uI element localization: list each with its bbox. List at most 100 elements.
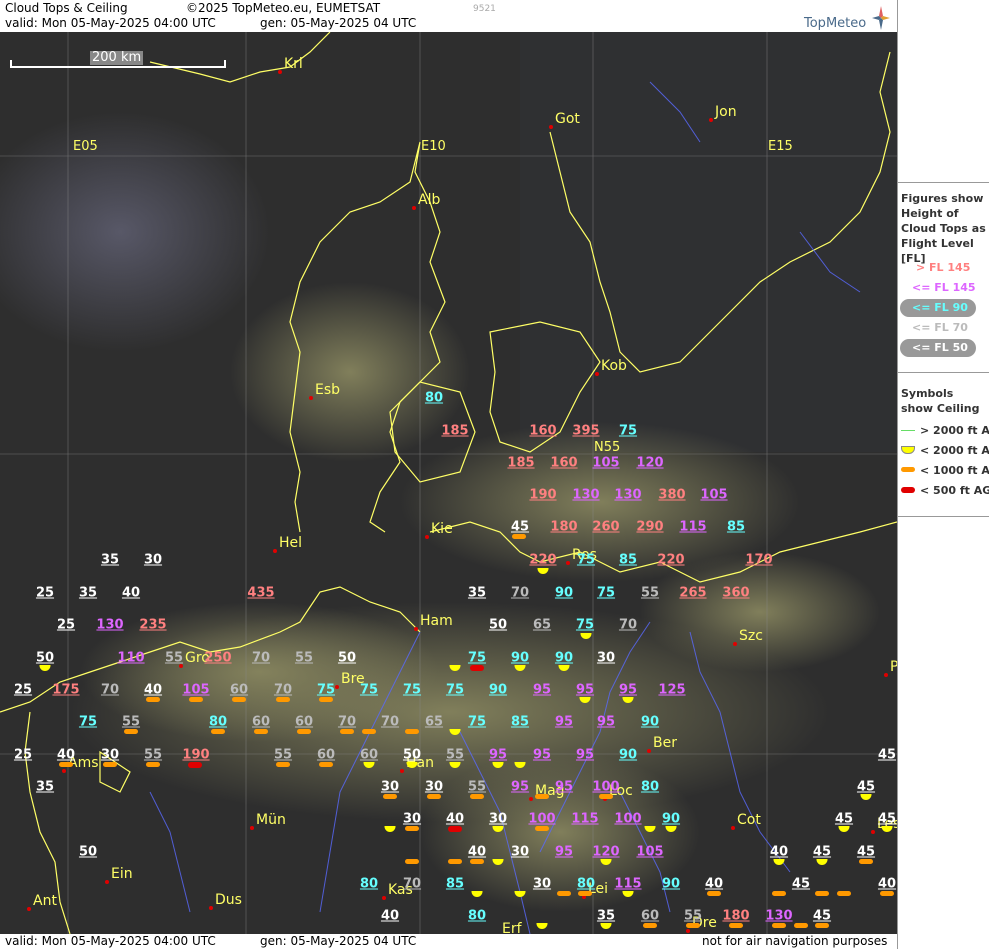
city-marker-icon: [529, 797, 533, 801]
city-marker-icon: [412, 206, 416, 210]
flight-level-label: 95: [532, 682, 552, 698]
flight-level-label: 45: [791, 876, 811, 892]
flight-level-label: 40: [445, 811, 465, 827]
flight-level-label: 265: [679, 585, 707, 601]
flight-level-label: 40: [877, 876, 897, 892]
flight-level-label: 75: [359, 682, 379, 698]
orange-bar-icon: [901, 467, 915, 472]
flight-level-label: 30: [488, 811, 508, 827]
flight-level-label: 115: [614, 876, 642, 892]
satellite-map[interactable]: 200 km E05 E10 E15 N55 Krl Got Jon Alb Kob Es…: [0, 32, 897, 934]
flight-level-label: 35: [596, 908, 616, 924]
flight-level-label: 105: [700, 487, 728, 503]
flight-level-label: 160: [550, 455, 578, 471]
flight-level-label: 130: [765, 908, 793, 924]
city-marker-icon: [731, 826, 735, 830]
ceiling-orange-icon: [729, 923, 743, 928]
flight-level-label: 25: [13, 682, 33, 698]
flight-level-label: 35: [100, 552, 120, 568]
flight-level-label: 40: [704, 876, 724, 892]
map-code: 9521: [473, 4, 496, 14]
city-marker-icon: [647, 749, 651, 753]
legend-fl-item: <= FL 50: [912, 341, 968, 354]
ceiling-orange-icon: [232, 697, 246, 702]
flight-level-label: 55: [467, 779, 487, 795]
flight-level-label: 220: [529, 552, 557, 568]
flight-level-label: 90: [554, 650, 574, 666]
ceiling-orange-icon: [211, 729, 225, 734]
flight-level-label: 30: [532, 876, 552, 892]
city-label: Dus: [215, 892, 242, 908]
topmeteo-logo: TopMeteo: [800, 6, 892, 31]
flight-level-label: 130: [614, 487, 642, 503]
ceiling-orange-icon: [319, 762, 333, 767]
flight-level-label: 130: [572, 487, 600, 503]
city-marker-icon: [309, 396, 313, 400]
flight-level-label: 40: [121, 585, 141, 601]
ceiling-orange-icon: [319, 697, 333, 702]
legend-fl-item: > FL 145: [916, 261, 971, 274]
city-label: Jon: [715, 104, 737, 120]
grid-label: N55: [594, 440, 621, 455]
flight-level-label: 95: [510, 779, 530, 795]
flight-level-label: 45: [856, 844, 876, 860]
ceiling-orange-icon: [578, 891, 592, 896]
green-line-icon: [901, 430, 915, 431]
ceiling-orange-icon: [470, 859, 484, 864]
flight-level-label: 50: [78, 844, 98, 860]
ceiling-orange-icon: [448, 859, 462, 864]
flight-level-label: 95: [596, 714, 616, 730]
flight-level-label: 30: [424, 779, 444, 795]
flight-level-label: 35: [467, 585, 487, 601]
flight-level-label: 55: [121, 714, 141, 730]
flight-level-label: 35: [35, 779, 55, 795]
city-marker-icon: [209, 906, 213, 910]
flight-level-label: 95: [488, 747, 508, 763]
flight-level-label: 250: [204, 650, 232, 666]
flight-level-label: 95: [554, 779, 574, 795]
flight-level-label: 40: [380, 908, 400, 924]
ceiling-orange-icon: [837, 891, 851, 896]
flight-level-label: 40: [467, 844, 487, 860]
flight-level-label: 130: [96, 617, 124, 633]
flight-level-label: 90: [640, 714, 660, 730]
city-marker-icon: [733, 642, 737, 646]
valid-time: valid: Mon 05-May-2025 04:00 UTC: [5, 16, 216, 30]
header-bar: Cloud Tops & Ceiling ©2025 TopMeteo.eu, …: [0, 0, 897, 32]
flight-level-label: 435: [247, 585, 275, 601]
ceiling-orange-icon: [470, 794, 484, 799]
city-marker-icon: [425, 535, 429, 539]
grid-label: E15: [768, 139, 793, 154]
flight-level-label: 30: [510, 844, 530, 860]
flight-level-label: 190: [182, 747, 210, 763]
legend-symbol-item: > 2000 ft AGL: [920, 424, 989, 437]
flight-level-label: 380: [658, 487, 686, 503]
city-marker-icon: [335, 685, 339, 689]
city-marker-icon: [105, 880, 109, 884]
flight-level-label: 30: [380, 779, 400, 795]
flight-level-label: 80: [208, 714, 228, 730]
flight-level-label: 70: [380, 714, 400, 730]
flight-level-label: 90: [618, 747, 638, 763]
flight-level-label: 30: [402, 811, 422, 827]
flight-level-label: 30: [143, 552, 163, 568]
flight-level-label: 220: [657, 552, 685, 568]
ceiling-orange-icon: [59, 762, 73, 767]
flight-level-label: 85: [618, 552, 638, 568]
ceiling-orange-icon: [815, 923, 829, 928]
flight-level-label: 90: [554, 585, 574, 601]
flight-level-label: 70: [402, 876, 422, 892]
flight-level-label: 120: [636, 455, 664, 471]
flight-level-label: 170: [745, 552, 773, 568]
city-label: Ant: [33, 893, 57, 909]
flight-level-label: 160: [529, 423, 557, 439]
flight-level-label: 25: [13, 747, 33, 763]
flight-level-label: 95: [575, 682, 595, 698]
footer-disclaimer: not for air navigation purposes: [702, 934, 888, 948]
ceiling-orange-icon: [707, 891, 721, 896]
flight-level-label: 55: [164, 650, 184, 666]
ceiling-orange-icon: [794, 923, 808, 928]
flight-level-label: 95: [532, 747, 552, 763]
ceiling-orange-icon: [362, 729, 376, 734]
city-marker-icon: [278, 70, 282, 74]
